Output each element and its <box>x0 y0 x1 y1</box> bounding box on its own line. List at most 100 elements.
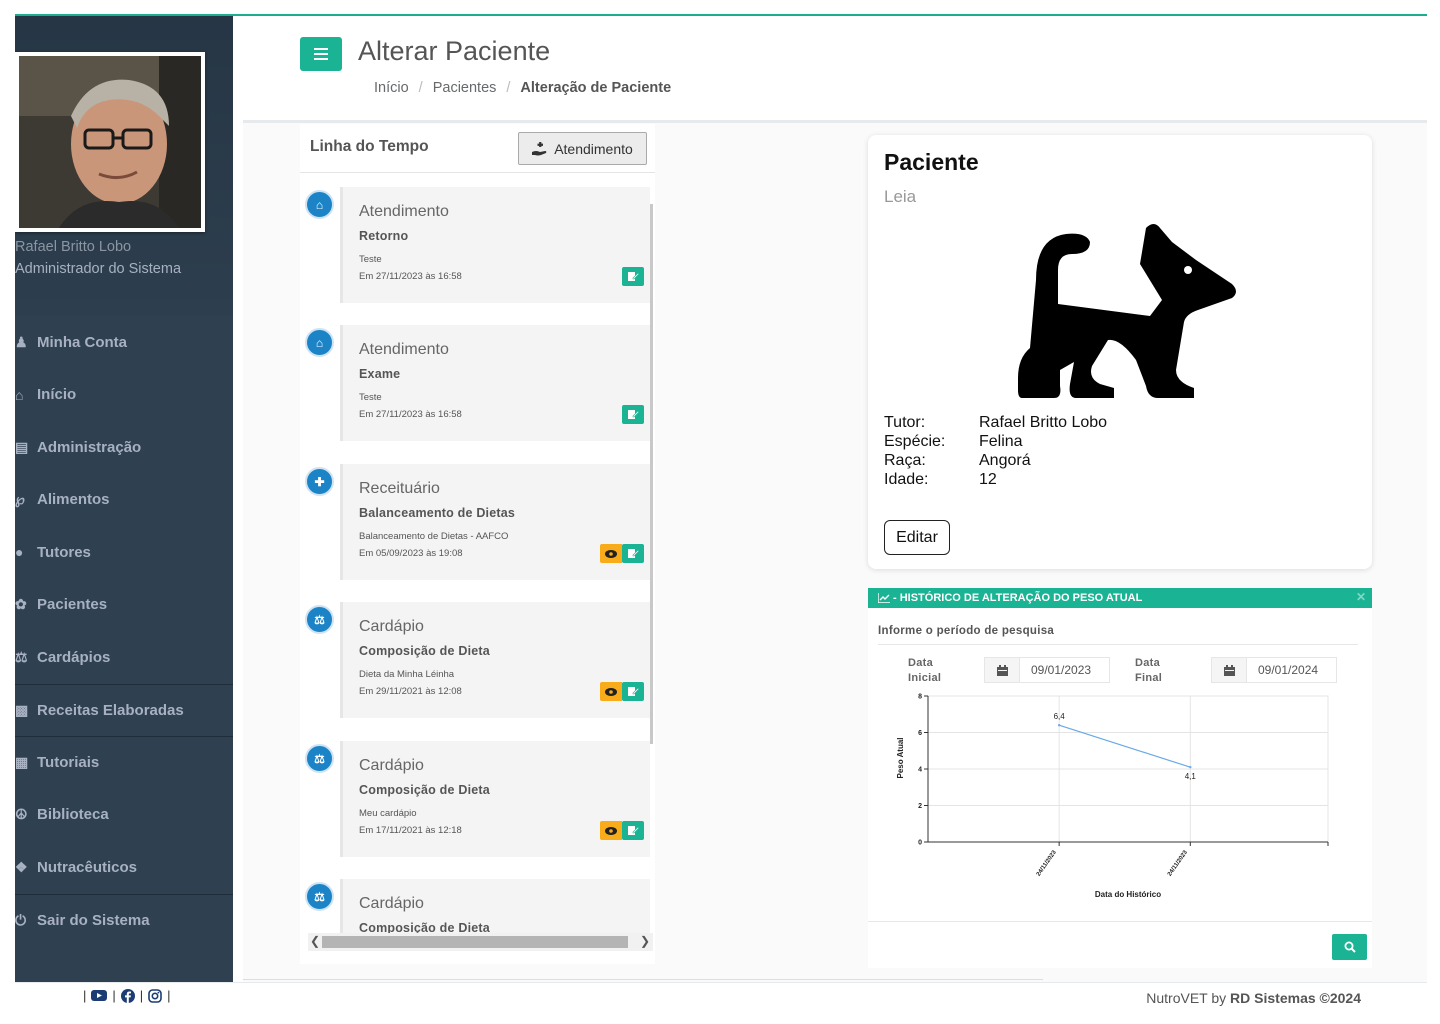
sidebar-menu: ♟ Minha Conta ⌂ Início ▤ Administração ℘ Ali… <box>15 316 233 946</box>
timeline-kind: Atendimento <box>359 341 449 358</box>
breadcrumb-current: Alteração de Paciente <box>520 80 672 96</box>
sidebar-item-label: Nutracêuticos <box>37 858 138 876</box>
y-tick-label: 2 <box>918 803 922 810</box>
scroll-right-icon[interactable]: ❯ <box>640 934 650 948</box>
timeline-subtitle: Composição de Dieta <box>359 783 490 797</box>
label-line: Final <box>1135 672 1163 684</box>
sidebar-item-pacientes[interactable]: ✿ Pacientes <box>15 579 233 632</box>
timeline-subtitle: Exame <box>359 367 401 381</box>
field-label: Espécie: <box>884 433 946 450</box>
edit-patient-button[interactable]: Editar <box>884 520 950 555</box>
sidebar-item-minha-conta[interactable]: ♟ Minha Conta <box>15 316 233 369</box>
new-attendance-label: Atendimento <box>554 140 633 157</box>
cat-icon <box>1018 224 1236 398</box>
x-tick-label: 24/11/2023 <box>1036 849 1058 877</box>
scale-icon: ⚖ <box>305 882 334 911</box>
breadcrumb-patients[interactable]: Pacientes <box>433 80 497 96</box>
sidebar-item-alimentos[interactable]: ℘ Alimentos <box>15 474 233 527</box>
end-date-input[interactable]: 09/01/2024 <box>1246 657 1337 683</box>
user-icon: ● <box>15 544 24 561</box>
sidebar-item-label: Sair do Sistema <box>37 911 150 929</box>
end-date-label: Data Final <box>1135 656 1162 686</box>
clinic-icon: ⌂ <box>305 190 334 219</box>
timeline-note: Teste <box>359 254 382 265</box>
instagram-icon[interactable] <box>148 988 162 1003</box>
sidebar-item-tutores[interactable]: ● Tutores <box>15 526 233 579</box>
new-attendance-button[interactable]: Atendimento <box>518 132 647 165</box>
start-date-input[interactable]: 09/01/2023 <box>1019 657 1110 683</box>
avatar[interactable] <box>15 52 205 232</box>
edit-icon[interactable] <box>622 682 644 701</box>
profile-block: Rafael Britto Lobo Administrador do Sist… <box>15 16 233 316</box>
sidebar-item-receitas[interactable]: ▩ Receitas Elaboradas <box>15 683 233 737</box>
eye-icon[interactable] <box>600 821 622 840</box>
weight-chart: 0 2 4 6 8 24/11/2023 24/11/2023 6,4 4,1 Peso At… <box>896 694 1329 899</box>
eye-icon[interactable] <box>600 544 622 563</box>
power-icon: ⏻ <box>15 911 27 928</box>
field-value: 12 <box>979 471 997 488</box>
footer-separator: | <box>83 988 87 1003</box>
patient-heading: Paciente <box>884 149 979 175</box>
calendar-icon[interactable] <box>1211 657 1247 683</box>
facebook-icon[interactable] <box>120 988 135 1003</box>
timeline-horizontal-scrollbar[interactable]: ❮ ❯ <box>308 933 653 951</box>
credit-prefix: NutroVET by <box>1146 990 1227 1006</box>
sidebar-item-sair[interactable]: ⏻ Sair do Sistema <box>15 893 233 947</box>
edit-icon[interactable] <box>622 267 644 286</box>
timeline-divider <box>300 172 655 173</box>
credit-brand: RD Sistemas ©2024 <box>1230 990 1361 1006</box>
sidebar-item-label: Administração <box>37 438 142 456</box>
edit-icon[interactable] <box>622 405 644 424</box>
field-label: Raça: <box>884 452 926 469</box>
data-label: 4,1 <box>1185 772 1197 781</box>
edit-icon[interactable] <box>622 821 644 840</box>
timeline-list[interactable]: ⌂ Atendimento Retorno Teste Em 27/11/202… <box>300 179 653 939</box>
cutlery-icon: ℘ <box>15 491 25 508</box>
timeline-kind: Receituário <box>359 480 440 497</box>
sidebar-item-inicio[interactable]: ⌂ Início <box>15 369 233 422</box>
timeline-date: Em 05/09/2023 às 19:08 <box>359 548 463 559</box>
chart-y-axis-label: Peso Atual <box>896 737 905 778</box>
weight-history-panel: - HISTÓRICO DE ALTERAÇÃO DO PESO ATUAL ✕… <box>868 588 1372 968</box>
app-frame: Rafael Britto Lobo Administrador do Sist… <box>15 14 1427 1010</box>
period-label: Informe o período de pesquisa <box>878 625 1055 637</box>
paw-icon: ✿ <box>15 596 27 613</box>
sidebar-item-label: Tutoriais <box>37 754 100 772</box>
timeline-vertical-scrollbar[interactable] <box>650 204 653 744</box>
search-button[interactable] <box>1332 934 1367 960</box>
timeline-note: Teste <box>359 392 382 403</box>
timeline-card: Atendimento Retorno Teste Em 27/11/2023 … <box>340 187 650 303</box>
timeline-date: Em 27/11/2023 às 16:58 <box>359 271 462 282</box>
timeline-subtitle: Balanceamento de Dietas <box>359 506 516 520</box>
breadcrumb-separator: / <box>506 80 511 96</box>
calendar-icon[interactable] <box>984 657 1020 683</box>
field-label: Idade: <box>884 471 929 488</box>
sidebar-item-nutraceuticos[interactable]: ❖ Nutracêuticos <box>15 841 233 894</box>
sidebar-item-administracao[interactable]: ▤ Administração <box>15 421 233 474</box>
sidebar-item-label: Início <box>37 386 77 404</box>
sidebar-item-biblioteca[interactable]: ☮ Biblioteca <box>15 789 233 842</box>
menu-toggle-button[interactable] <box>300 37 342 71</box>
timeline-item: ⚖ Cardápio Composição de Dieta Meu cardá… <box>300 741 653 857</box>
sidebar-item-cardapios[interactable]: ⚖ Cardápios <box>15 631 233 684</box>
timeline-kind: Cardápio <box>359 895 424 912</box>
timeline-note: Meu cardápio <box>359 808 417 819</box>
breadcrumb: Início / Pacientes / Alteração de Pacien… <box>374 80 671 96</box>
prescription-icon: ✚ <box>305 467 334 496</box>
field-value: Felina <box>979 433 1023 450</box>
weight-history-title: - HISTÓRICO DE ALTERAÇÃO DO PESO ATUAL <box>893 592 1143 604</box>
youtube-icon[interactable] <box>91 990 108 1001</box>
footer-separator: | <box>167 988 171 1003</box>
edit-icon[interactable] <box>622 544 644 563</box>
eye-icon[interactable] <box>600 682 622 701</box>
scroll-left-icon[interactable]: ❮ <box>310 934 320 948</box>
field-value: Rafael Britto Lobo <box>979 414 1108 431</box>
y-tick-label: 8 <box>918 694 922 701</box>
close-icon[interactable]: ✕ <box>1356 590 1366 604</box>
footer-credit: NutroVET by RD Sistemas ©2024 <box>1146 990 1361 1006</box>
sidebar-item-tutoriais[interactable]: ▦ Tutoriais <box>15 736 233 789</box>
pill-icon: ❖ <box>15 858 28 875</box>
timeline-card: Cardápio Composição de Dieta Meu cardápi… <box>340 741 650 857</box>
breadcrumb-home[interactable]: Início <box>374 80 409 96</box>
scrollbar-thumb[interactable] <box>322 936 628 948</box>
